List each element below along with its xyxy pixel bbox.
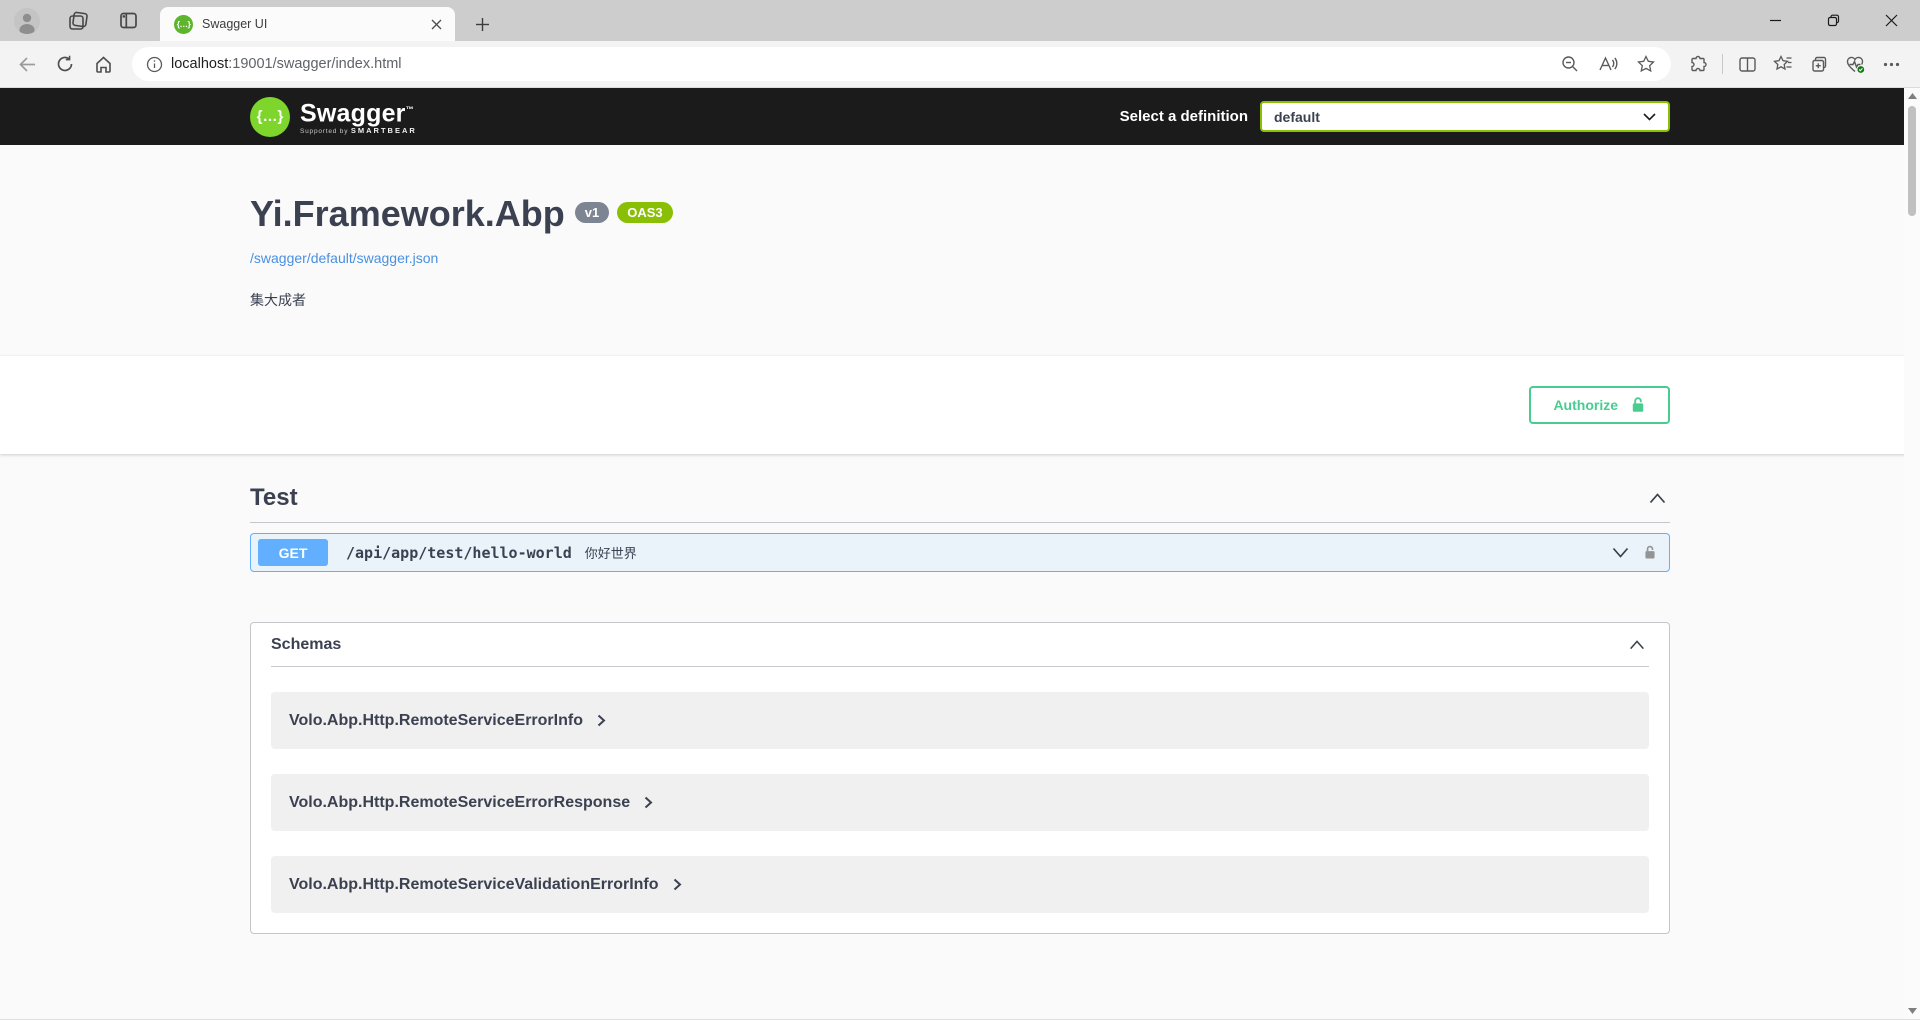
split-screen-icon[interactable] xyxy=(1732,49,1762,79)
swagger-logo: {…} Swagger™ Supported by SMARTBEAR xyxy=(250,97,417,137)
api-title: Yi.Framework.Abp xyxy=(250,193,565,234)
model-name: Volo.Abp.Http.RemoteServiceValidationErr… xyxy=(289,876,659,894)
swagger-favicon: {…} xyxy=(174,15,193,34)
read-aloud-icon[interactable] xyxy=(1593,49,1623,79)
person-icon xyxy=(14,8,40,34)
zoom-out-icon[interactable] xyxy=(1555,49,1585,79)
auth-wrapper: Authorize xyxy=(0,356,1920,454)
swagger-topbar: {…} Swagger™ Supported by SMARTBEAR Sele… xyxy=(0,88,1920,145)
browser-tabstrip: {…} Swagger UI xyxy=(0,0,1920,41)
collections-icon[interactable] xyxy=(1804,49,1834,79)
chevron-right-icon xyxy=(644,796,653,809)
home-icon[interactable] xyxy=(86,47,120,81)
favorite-star-icon[interactable] xyxy=(1631,49,1661,79)
window-restore-button[interactable] xyxy=(1804,0,1862,41)
operation-path: /api/app/test/hello-world xyxy=(346,544,572,562)
api-description: 集大成者 xyxy=(250,290,1670,310)
tag-section-header[interactable]: Test xyxy=(250,484,1670,512)
swagger-page: {…} Swagger™ Supported by SMARTBEAR Sele… xyxy=(0,88,1920,1020)
new-tab-button[interactable] xyxy=(468,10,496,38)
scrollbar-thumb[interactable] xyxy=(1908,106,1916,216)
extensions-icon[interactable] xyxy=(1683,49,1713,79)
select-definition-label: Select a definition xyxy=(1120,108,1248,125)
oas3-badge: OAS3 xyxy=(617,202,672,223)
browser-toolbar: localhost:19001/swagger/index.html xyxy=(0,41,1920,88)
browser-tab-swagger-ui[interactable]: {…} Swagger UI xyxy=(160,7,455,41)
page-scrollbar[interactable] xyxy=(1904,88,1920,1019)
chevron-right-icon xyxy=(597,714,606,727)
schemas-collapse-chevron-up-icon[interactable] xyxy=(1625,636,1649,654)
workspaces-icon[interactable] xyxy=(66,9,90,33)
swagger-logo-title: Swagger™ xyxy=(300,98,417,125)
tab-actions-icon[interactable] xyxy=(116,9,140,33)
scroll-up-icon[interactable] xyxy=(1904,88,1920,104)
chevron-down-icon xyxy=(1643,113,1656,121)
browser-essentials-icon[interactable] xyxy=(1840,49,1870,79)
model-row[interactable]: Volo.Abp.Http.RemoteServiceErrorInfo xyxy=(271,692,1649,749)
refresh-icon[interactable] xyxy=(48,47,82,81)
scroll-down-icon[interactable] xyxy=(1904,1003,1920,1019)
api-info-section: Yi.Framework.Abp v1 OAS3 /swagger/defaul… xyxy=(0,145,1920,356)
site-info-icon[interactable] xyxy=(146,56,163,73)
settings-more-icon[interactable] xyxy=(1876,49,1906,79)
definition-select[interactable]: default xyxy=(1260,101,1670,132)
url-text[interactable]: localhost:19001/swagger/index.html xyxy=(171,56,1547,72)
address-bar[interactable]: localhost:19001/swagger/index.html xyxy=(132,47,1671,81)
version-badge: v1 xyxy=(575,202,609,223)
operation-summary: 你好世界 xyxy=(585,543,637,562)
window-close-button[interactable] xyxy=(1862,0,1920,41)
model-row[interactable]: Volo.Abp.Http.RemoteServiceValidationErr… xyxy=(271,856,1649,913)
chevron-right-icon xyxy=(673,878,682,891)
tab-close-icon[interactable] xyxy=(427,15,445,33)
model-row[interactable]: Volo.Abp.Http.RemoteServiceErrorResponse xyxy=(271,774,1649,831)
tag-title: Test xyxy=(250,484,298,512)
swagger-logo-subtitle: Supported by SMARTBEAR xyxy=(300,126,417,135)
unlock-icon xyxy=(1630,396,1646,414)
operation-lock-icon[interactable] xyxy=(1643,544,1657,561)
model-name: Volo.Abp.Http.RemoteServiceErrorResponse xyxy=(289,794,630,812)
schemas-header[interactable]: Schemas xyxy=(271,623,1649,667)
model-name: Volo.Abp.Http.RemoteServiceErrorInfo xyxy=(289,712,583,730)
favorites-hub-icon[interactable] xyxy=(1768,49,1798,79)
authorize-button[interactable]: Authorize xyxy=(1529,386,1670,424)
spec-json-link[interactable]: /swagger/default/swagger.json xyxy=(250,250,438,266)
tag-divider xyxy=(250,522,1670,523)
schemas-title: Schemas xyxy=(271,636,341,654)
schemas-section: Schemas Volo.Abp.Http.RemoteServiceError… xyxy=(250,622,1670,934)
definition-select-value: default xyxy=(1274,109,1643,125)
http-method-badge: GET xyxy=(258,539,328,566)
toolbar-divider xyxy=(1722,54,1723,74)
operation-get-hello-world[interactable]: GET /api/app/test/hello-world 你好世界 xyxy=(250,533,1670,572)
tab-title: Swagger UI xyxy=(202,17,418,31)
swagger-logo-icon: {…} xyxy=(250,97,290,137)
expand-chevron-down-icon[interactable] xyxy=(1612,547,1629,558)
back-icon[interactable] xyxy=(10,47,44,81)
window-minimize-button[interactable] xyxy=(1746,0,1804,41)
profile-avatar[interactable] xyxy=(14,8,40,34)
collapse-chevron-up-icon[interactable] xyxy=(1645,489,1670,508)
